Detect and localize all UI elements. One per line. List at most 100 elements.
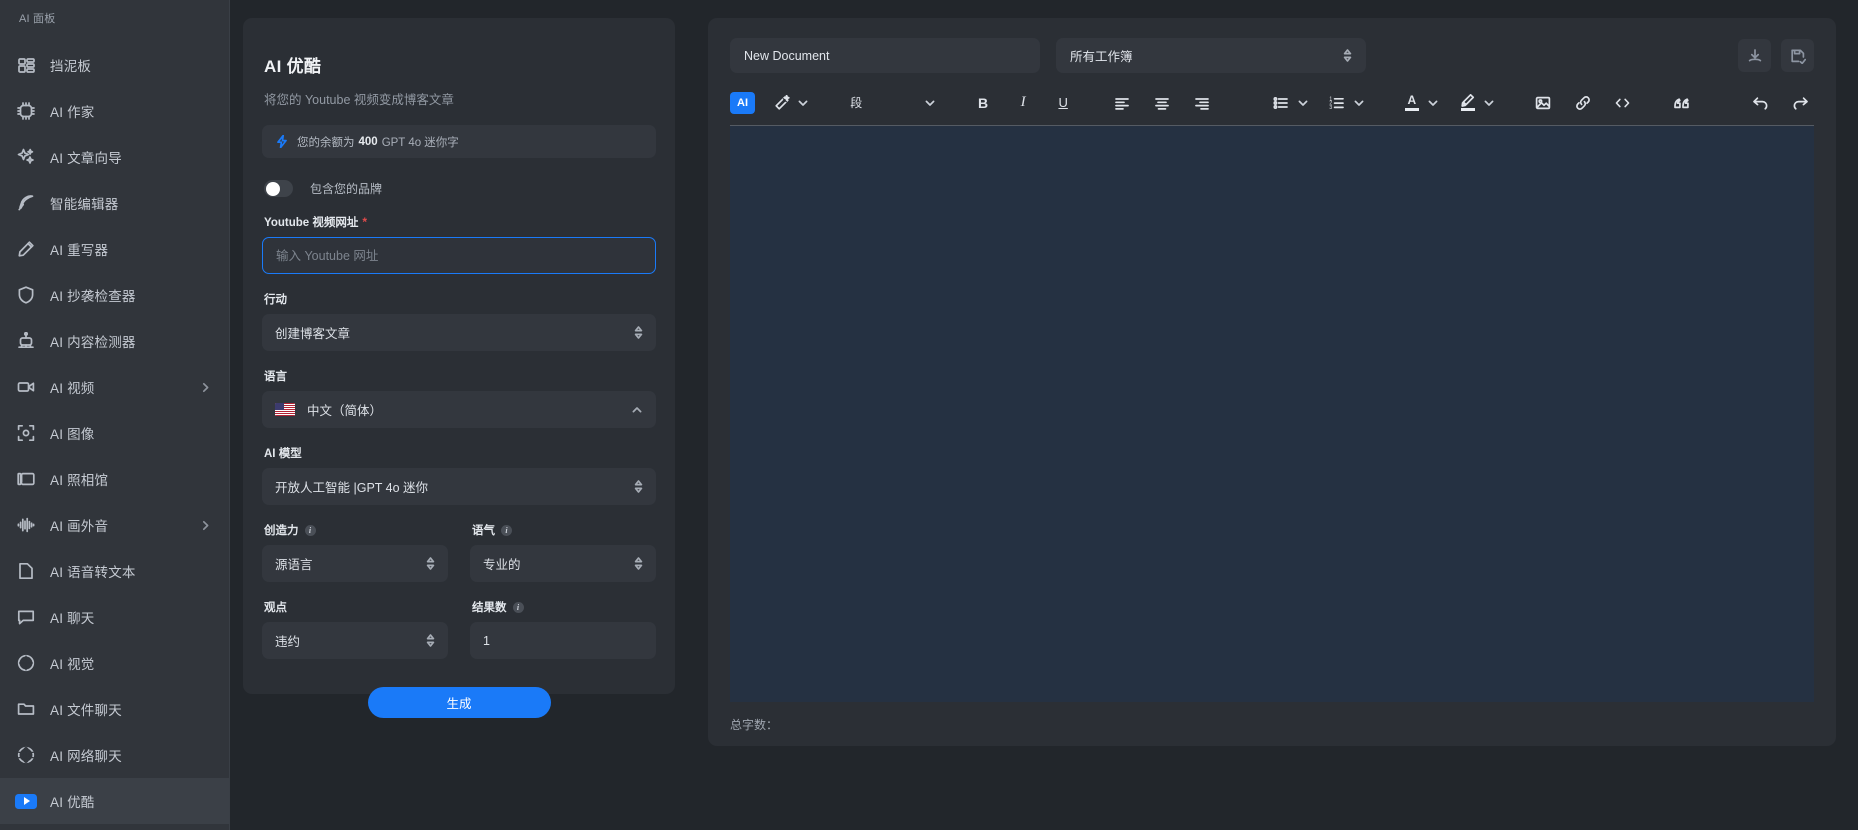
insert-link-icon[interactable] — [1569, 89, 1596, 116]
info-icon[interactable]: i — [305, 525, 316, 536]
generator-form-card: AI 优酷 将您的 Youtube 视频变成博客文章 您的余额为 400 GPT… — [243, 18, 675, 694]
form-panel-wrap: AI 优酷 将您的 Youtube 视频变成博客文章 您的余额为 400 GPT… — [230, 0, 696, 830]
italic-button[interactable]: I — [1010, 89, 1037, 116]
youtube-url-input[interactable] — [262, 237, 656, 274]
sidebar-item-ai-youtube[interactable]: AI 优酷 — [0, 778, 229, 824]
youtube-icon — [14, 789, 38, 813]
editor-content-area[interactable] — [730, 126, 1814, 702]
pencil-icon — [14, 237, 38, 261]
sidebar-item-web-chat[interactable]: AI 网络聊天 — [0, 732, 229, 778]
viewpoint-label: 观点 — [264, 599, 448, 615]
feather-icon — [14, 191, 38, 215]
stepper-arrows-icon — [1343, 49, 1352, 62]
bold-button[interactable]: B — [970, 89, 997, 116]
text-color-icon[interactable]: A — [1398, 89, 1425, 116]
highlight-pen-icon[interactable] — [1454, 89, 1481, 116]
chevron-down-icon[interactable] — [1425, 89, 1441, 116]
editor-toolbar: AI 段 B I U — [730, 80, 1814, 126]
stepper-arrows-icon — [426, 634, 435, 647]
creativity-label-text: 创造力 — [264, 522, 299, 538]
sidebar-item-file-chat[interactable]: AI 文件聊天 — [0, 686, 229, 732]
viewpoint-select[interactable]: 违约 — [262, 622, 448, 659]
underline-button[interactable]: U — [1050, 89, 1077, 116]
sidebar-item-label: AI 视频 — [50, 377, 95, 397]
action-select[interactable]: 创建博客文章 — [262, 314, 656, 351]
image-frame-icon — [14, 421, 38, 445]
align-left-icon[interactable] — [1108, 89, 1135, 116]
document-name-input[interactable] — [730, 38, 1040, 73]
sidebar-item-content-detector[interactable]: AI 内容检测器 — [0, 318, 229, 364]
insert-image-icon[interactable] — [1529, 89, 1556, 116]
balance-amount: 400 — [359, 136, 378, 148]
include-brand-toggle[interactable] — [264, 180, 293, 197]
sidebar-item-ai-video[interactable]: AI 视频 — [0, 364, 229, 410]
sidebar-item-label: AI 视觉 — [50, 653, 95, 673]
stepper-arrows-icon — [426, 557, 435, 570]
sidebar-item-ai-rewriter[interactable]: AI 重写器 — [0, 226, 229, 272]
robot-icon — [14, 329, 38, 353]
sidebar-item-plagiarism-checker[interactable]: AI 抄袭检查器 — [0, 272, 229, 318]
svg-text:3: 3 — [1330, 104, 1333, 110]
magic-wand-icon[interactable] — [768, 89, 795, 116]
ai-button[interactable]: AI — [730, 92, 755, 114]
youtube-url-label-text: Youtube 视频网址 — [264, 214, 358, 230]
chevron-down-icon[interactable] — [1481, 89, 1497, 116]
sidebar-item-speech-to-text[interactable]: AI 语音转文本 — [0, 548, 229, 594]
save-file-icon[interactable] — [1781, 39, 1814, 72]
sidebar-item-label: AI 照相馆 — [50, 469, 108, 489]
creativity-label: 创造力 i — [264, 522, 448, 538]
blockquote-icon[interactable] — [1668, 89, 1695, 116]
ai-model-select[interactable]: 开放人工智能 |GPT 4o 迷你 — [262, 468, 656, 505]
chevron-down-icon[interactable] — [795, 89, 811, 116]
viewpoint-select-value: 违约 — [275, 631, 300, 650]
tone-label: 语气 i — [472, 522, 656, 538]
creativity-select[interactable]: 源语言 — [262, 545, 448, 582]
results-count-input[interactable]: 1 — [470, 622, 656, 659]
sidebar-item-smart-editor[interactable]: 智能编辑器 — [0, 180, 229, 226]
chevron-down-icon[interactable] — [1351, 89, 1367, 116]
viewpoint-results-row: 观点 违约 结果数 i 1 — [262, 582, 656, 659]
sidebar-item-ai-image[interactable]: AI 图像 — [0, 410, 229, 456]
sidebar-item-photo-gallery[interactable]: AI 照相馆 — [0, 456, 229, 502]
sidebar-item-dashboard[interactable]: 挡泥板 — [0, 42, 229, 88]
music-file-icon — [14, 559, 38, 583]
info-icon[interactable]: i — [513, 602, 524, 613]
language-select[interactable]: 中文（简体） — [262, 391, 656, 428]
align-right-icon[interactable] — [1188, 89, 1215, 116]
sidebar-item-label: AI 优酷 — [50, 791, 95, 811]
chevron-down-icon[interactable] — [1295, 89, 1311, 116]
waveform-icon — [14, 513, 38, 537]
stepper-arrows-icon — [634, 557, 643, 570]
paragraph-style-button[interactable]: 段 — [843, 89, 870, 116]
sidebar-item-ai-writer[interactable]: AI 作家 — [0, 88, 229, 134]
ai-model-select-value: 开放人工智能 |GPT 4o 迷你 — [275, 477, 428, 496]
workbook-select[interactable]: 所有工作簿 — [1056, 38, 1366, 73]
undo-icon[interactable] — [1747, 89, 1774, 116]
youtube-url-label: Youtube 视频网址 * — [264, 214, 656, 230]
sidebar-item-voiceover[interactable]: AI 画外音 — [0, 502, 229, 548]
code-block-icon[interactable] — [1609, 89, 1636, 116]
creativity-tone-row: 创造力 i 源语言 语气 i — [262, 505, 656, 582]
sidebar-item-label: AI 文件聊天 — [50, 699, 122, 719]
sidebar-item-ai-chat[interactable]: AI 聊天 — [0, 594, 229, 640]
brain-icon — [14, 651, 38, 675]
numbered-list-icon[interactable]: 123 — [1324, 89, 1351, 116]
lightning-bolt-icon — [276, 135, 288, 148]
editor-panel-wrap: 所有工作簿 AI — [696, 0, 1858, 830]
chevron-down-icon[interactable] — [922, 89, 938, 116]
video-camera-icon — [14, 375, 38, 399]
sidebar-item-ai-vision[interactable]: AI 视觉 — [0, 640, 229, 686]
align-center-icon[interactable] — [1148, 89, 1175, 116]
creativity-field: 创造力 i 源语言 — [262, 522, 448, 582]
generate-button[interactable]: 生成 — [368, 687, 551, 718]
info-icon[interactable]: i — [501, 525, 512, 536]
download-icon[interactable] — [1738, 39, 1771, 72]
sidebar-item-article-wizard[interactable]: AI 文章向导 — [0, 134, 229, 180]
bullet-list-icon[interactable] — [1268, 89, 1295, 116]
us-flag-icon — [275, 403, 295, 416]
tone-select[interactable]: 专业的 — [470, 545, 656, 582]
redo-icon[interactable] — [1787, 89, 1814, 116]
sidebar-item-label: AI 语音转文本 — [50, 561, 136, 581]
creativity-select-value: 源语言 — [275, 554, 313, 573]
shield-check-icon — [14, 283, 38, 307]
